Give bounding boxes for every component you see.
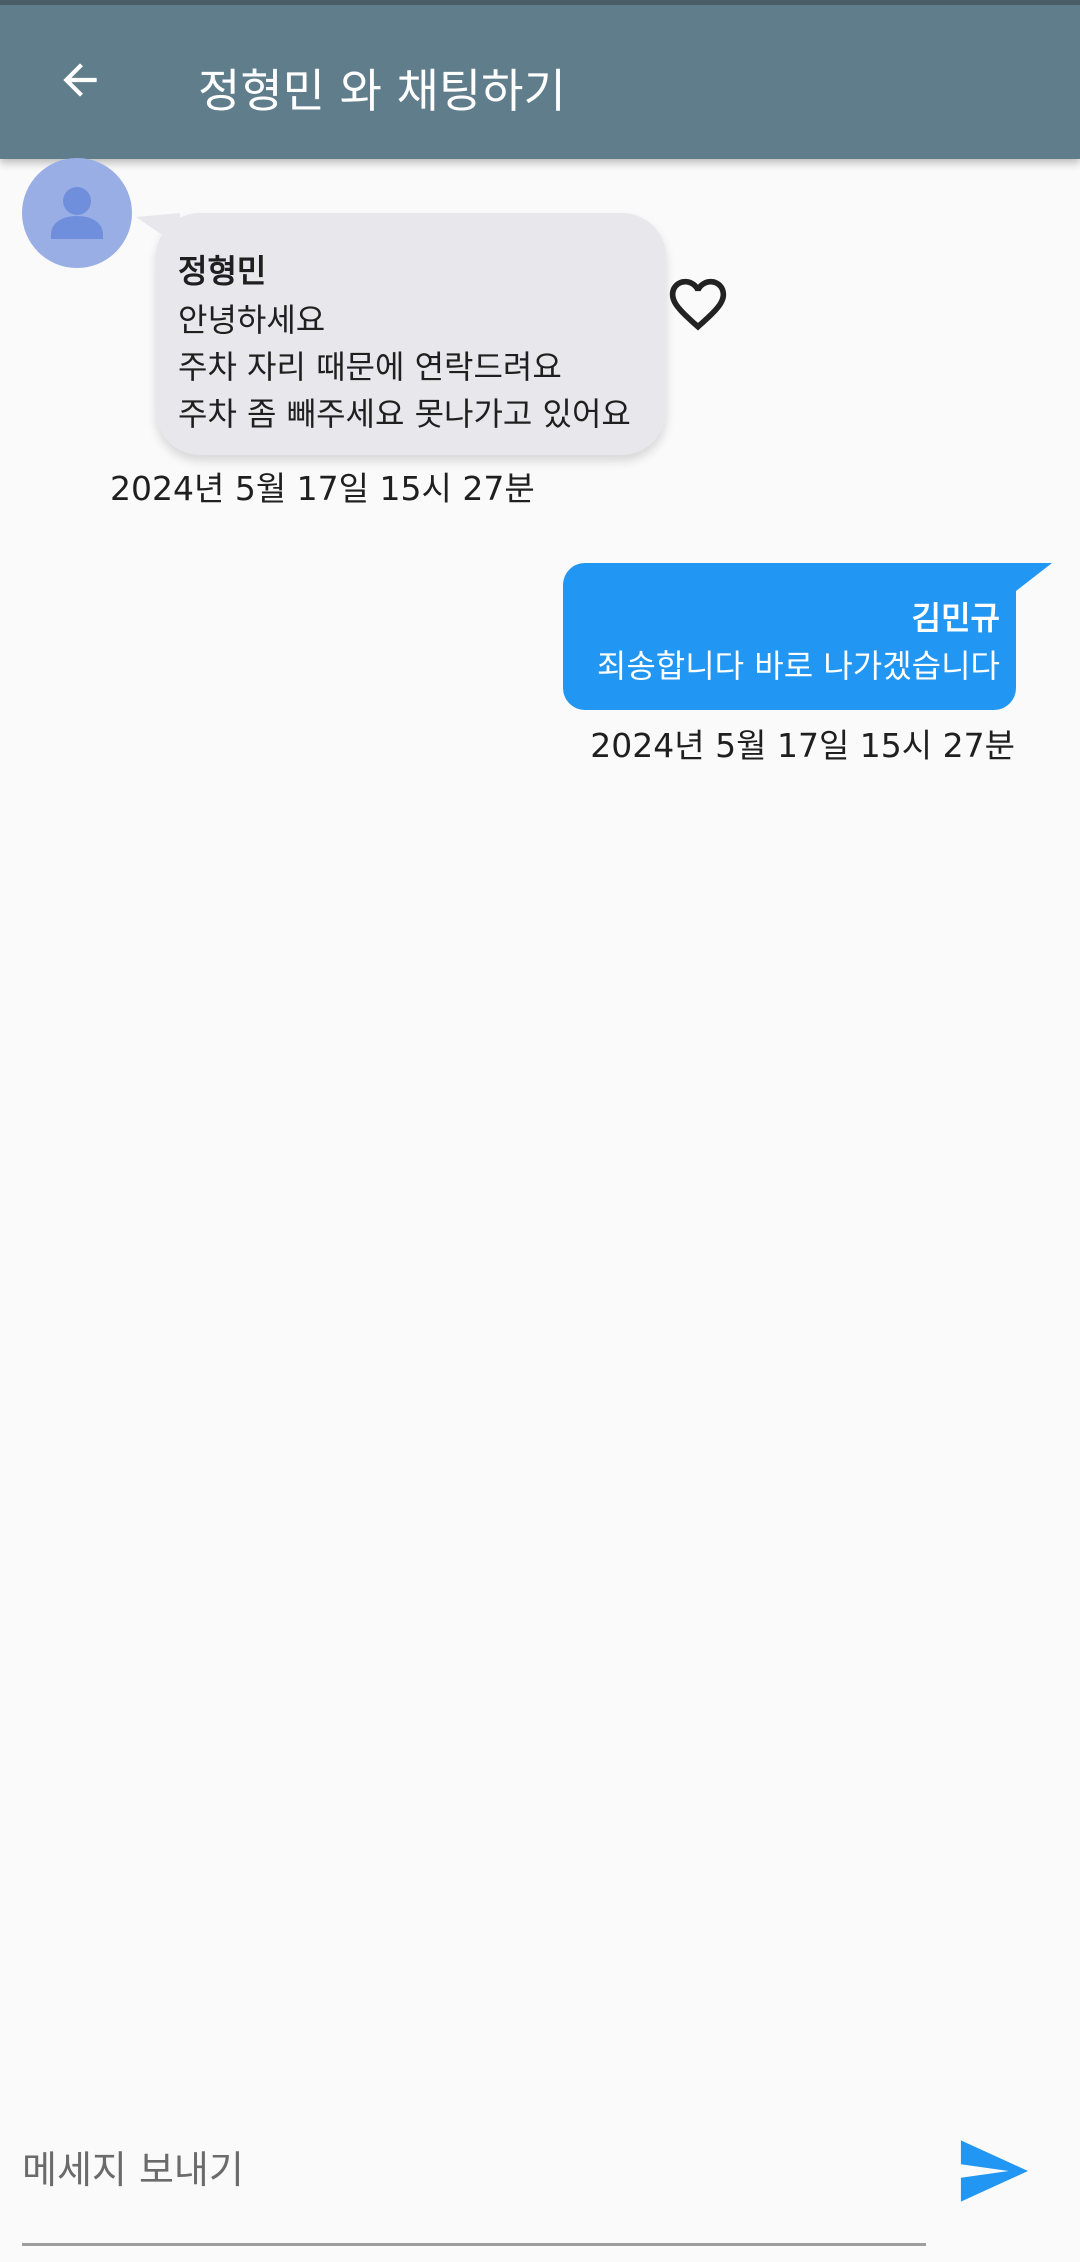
message-sender: 김민규 [911, 599, 1000, 637]
avatar[interactable] [22, 158, 132, 268]
message-timestamp: 2024년 5월 17일 15시 27분 [590, 726, 1015, 765]
message-timestamp: 2024년 5월 17일 15시 27분 [110, 469, 535, 508]
incoming-message-bubble[interactable]: 정형민 안녕하세요 주차 자리 때문에 연락드려요 주차 좀 빼주세요 못나가고… [156, 213, 666, 455]
message-input[interactable] [22, 2135, 922, 2205]
send-icon [958, 2140, 1028, 2206]
bubble-tail [136, 213, 180, 247]
outgoing-message-bubble[interactable]: 김민규 죄송합니다 바로 나가겠습니다 [563, 563, 1016, 710]
message-line: 주차 자리 때문에 연락드려요 [178, 348, 562, 386]
back-button[interactable] [40, 42, 120, 122]
input-underline [22, 2243, 926, 2246]
message-sender: 정형민 [178, 252, 267, 290]
message-line: 죄송합니다 바로 나가겠습니다 [596, 647, 1000, 685]
message-line: 안녕하세요 [178, 301, 326, 339]
bubble-tail [1010, 563, 1052, 591]
arrow-back-icon [55, 55, 105, 109]
message-line: 주차 좀 빼주세요 못나가고 있어요 [178, 395, 631, 433]
person-icon [22, 187, 132, 268]
page-title: 정형민 와 채팅하기 [198, 64, 566, 118]
send-button[interactable] [958, 2140, 1028, 2202]
like-button[interactable] [664, 276, 732, 338]
app-bar: 정형민 와 채팅하기 [0, 5, 1080, 159]
heart-outline-icon [664, 278, 732, 342]
